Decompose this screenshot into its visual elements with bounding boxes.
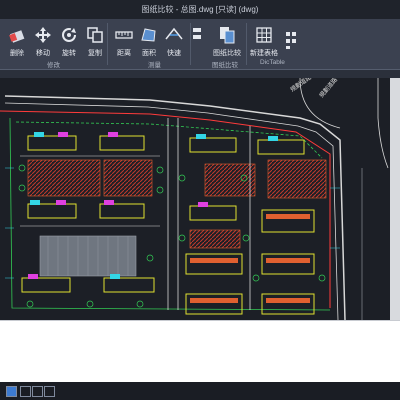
move-label: 移动: [36, 50, 50, 57]
move-icon: [35, 27, 51, 43]
landscape-area: [27, 159, 101, 197]
move-button[interactable]: 移动: [29, 25, 57, 58]
ruler-small-icon: [193, 28, 201, 39]
drawing-compare-label: 图纸比较: [213, 50, 241, 57]
quick-measure-button[interactable]: 快速: [160, 25, 188, 58]
copy-icon: [87, 27, 103, 43]
rotate-button[interactable]: 旋转: [55, 25, 83, 58]
group-label-modify: 修改: [47, 62, 60, 69]
drawing-compare-icon: [220, 27, 235, 44]
landscape-area: [189, 229, 241, 249]
snap-toggle-icon[interactable]: [32, 386, 43, 397]
erase-icon: [9, 30, 25, 43]
measure-options-button[interactable]: [190, 25, 204, 48]
drawing-canvas[interactable]: 規劃道路 規劃道路: [0, 78, 390, 320]
erase-button[interactable]: 删除: [3, 25, 31, 58]
site-plan-drawing: 規劃道路 規劃道路: [0, 78, 390, 320]
window-title: 图纸比较 - 总图.dwg [只读] (dwg): [0, 0, 400, 19]
new-table-label: 新建表格: [250, 50, 278, 57]
grid-toggle-icon[interactable]: [20, 386, 31, 397]
new-table-button[interactable]: 新建表格: [247, 25, 281, 58]
layout-tab-icon[interactable]: [44, 386, 55, 397]
landscape-area: [204, 163, 256, 197]
copy-button[interactable]: 复制: [81, 25, 109, 58]
drawing-compare-button[interactable]: 图纸比较: [210, 25, 244, 58]
quick-measure-label: 快速: [167, 50, 181, 57]
erase-label: 删除: [10, 50, 24, 57]
group-label-compare: 图纸比较: [212, 62, 238, 69]
new-table-icon: [256, 27, 272, 43]
area-label: 面积: [142, 50, 156, 57]
distance-button[interactable]: 距离: [110, 25, 138, 58]
rotate-label: 旋转: [62, 50, 76, 57]
group-label-dictable: DicTable: [260, 59, 285, 66]
group-label-measure: 测量: [148, 62, 161, 69]
model-tab-icon[interactable]: [6, 386, 17, 397]
status-bar: [0, 382, 400, 400]
file-tab-bar: [0, 70, 400, 78]
command-area[interactable]: [0, 320, 400, 383]
ribbon-toolbar: 删除 移动 旋转 复制 修改 距离 面积 快速 测量 图纸比较 图纸比较 新建表…: [0, 19, 400, 70]
table-options-button[interactable]: [283, 25, 299, 58]
landscape-area: [103, 159, 153, 197]
area-button[interactable]: 面积: [135, 25, 163, 58]
distance-label: 距离: [117, 50, 131, 57]
table-tools-icon: [286, 32, 296, 49]
quick-measure-icon: [165, 27, 183, 40]
rotate-icon: [62, 28, 76, 42]
distance-icon: [115, 31, 133, 39]
group-separator: [107, 23, 108, 65]
copy-label: 复制: [88, 50, 102, 57]
landscape-area: [267, 159, 327, 199]
vertical-scrollbar[interactable]: [390, 78, 400, 320]
area-icon: [141, 28, 156, 42]
